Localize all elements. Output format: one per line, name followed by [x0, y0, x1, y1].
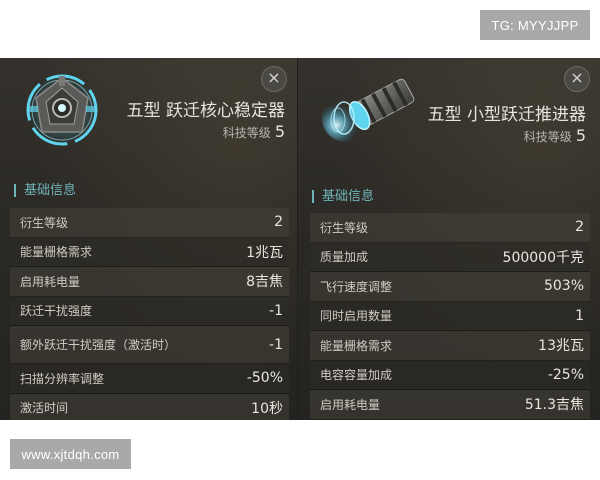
attribute-row: 能量栅格需求 13兆瓦 [310, 331, 590, 361]
close-button[interactable]: × [564, 66, 590, 92]
attribute-value: 1兆瓦 [246, 244, 283, 261]
tech-level: 科技等级 5 [524, 126, 586, 145]
item-info-panel-stabilizer: × 五型 跃迁核心稳定器 科技等级 5 基础信息 衍生等级 2 能量栅格需求 1兆瓦… [0, 58, 297, 420]
attribute-list: 衍生等级 2 能量栅格需求 1兆瓦 启用耗电量 8吉焦 跃迁干扰强度 -1 额外跃迁干扰… [10, 208, 289, 420]
attribute-list: 衍生等级 2 质量加成 500000千克 飞行速度调整 503% 同时启用数量 1 能量… [310, 213, 590, 420]
attribute-label: 同时启用数量 [320, 309, 393, 324]
attribute-label: 额外跃迁干扰强度（激活时） [20, 337, 177, 352]
attribute-label: 衍生等级 [20, 215, 69, 230]
tech-level: 科技等级 5 [223, 122, 285, 141]
attribute-value: -1 [269, 302, 283, 319]
attribute-value: 13兆瓦 [538, 338, 584, 355]
tech-level-label: 科技等级 [523, 130, 572, 144]
attribute-value: 500000千克 [502, 249, 584, 266]
section-basic-info[interactable]: 基础信息 [14, 184, 76, 197]
close-button[interactable]: × [261, 66, 287, 92]
tech-level-label: 科技等级 [222, 126, 271, 140]
section-basic-info[interactable]: 基础信息 [312, 190, 374, 203]
attribute-row: 跃迁干扰强度 -1 [10, 296, 289, 326]
attribute-value: 51.3吉焦 [524, 397, 584, 414]
attribute-row: 激活时间 10秒 [10, 393, 289, 420]
attribute-value: 2 [274, 214, 283, 231]
tech-level-value: 5 [274, 122, 285, 141]
tech-level-value: 5 [575, 126, 586, 145]
attribute-value: -50% [246, 370, 283, 387]
attribute-label: 启用耗电量 [320, 397, 381, 412]
attribute-row: 质量加成 500000千克 [310, 242, 590, 272]
attribute-row: 启用耗电量 51.3吉焦 [310, 390, 590, 420]
attribute-row: 启用耗电量 8吉焦 [10, 267, 289, 297]
attribute-value: 503% [543, 278, 584, 295]
attribute-row: 飞行速度调整 503% [310, 272, 590, 302]
warp-thruster-icon [316, 72, 424, 144]
attribute-label: 飞行速度调整 [320, 279, 393, 294]
attribute-label: 启用耗电量 [20, 274, 81, 289]
attribute-label: 能量栅格需求 [320, 338, 393, 353]
attribute-row: 衍生等级 2 [310, 213, 590, 243]
attribute-row: 衍生等级 2 [10, 208, 289, 238]
attribute-row: 能量栅格需求 1兆瓦 [10, 237, 289, 267]
attribute-value: 2 [575, 219, 584, 236]
attribute-label: 电容容量加成 [320, 368, 393, 383]
attribute-label: 衍生等级 [320, 220, 369, 235]
item-title: 五型 跃迁核心稳定器 [126, 101, 285, 121]
attribute-label: 质量加成 [320, 250, 369, 265]
attribute-value: 10秒 [251, 400, 283, 417]
attribute-label: 跃迁干扰强度 [20, 304, 93, 319]
attribute-row: 电容容量加成 -25% [310, 360, 590, 390]
attribute-row: 额外跃迁干扰强度（激活时） -1 [10, 326, 289, 364]
attribute-value: -1 [269, 336, 283, 353]
item-info-panel-thruster: × 五型 小型跃迁推进器 科技等级 5 基础信息 衍生等级 2 质量加成 50000… [298, 58, 600, 420]
attribute-label: 扫描分辨率调整 [20, 371, 105, 386]
game-screen: × 五型 跃迁核心稳定器 科技等级 5 基础信息 衍生等级 2 能量栅格需求 1兆瓦… [0, 58, 600, 420]
item-title: 五型 小型跃迁推进器 [427, 105, 586, 125]
attribute-value: -25% [547, 366, 584, 383]
close-icon: × [570, 68, 584, 87]
watermark-top: TG: MYYJJPP [480, 10, 590, 40]
attribute-label: 能量栅格需求 [20, 245, 93, 260]
close-icon: × [267, 68, 281, 87]
watermark-bottom: www.xjtdqh.com [10, 439, 131, 469]
attribute-value: 8吉焦 [246, 274, 283, 291]
attribute-label: 激活时间 [20, 401, 69, 416]
attribute-row: 扫描分辨率调整 -50% [10, 364, 289, 394]
attribute-row: 同时启用数量 1 [310, 301, 590, 331]
attribute-value: 1 [575, 307, 584, 324]
warp-core-stabilizer-icon [22, 70, 102, 150]
